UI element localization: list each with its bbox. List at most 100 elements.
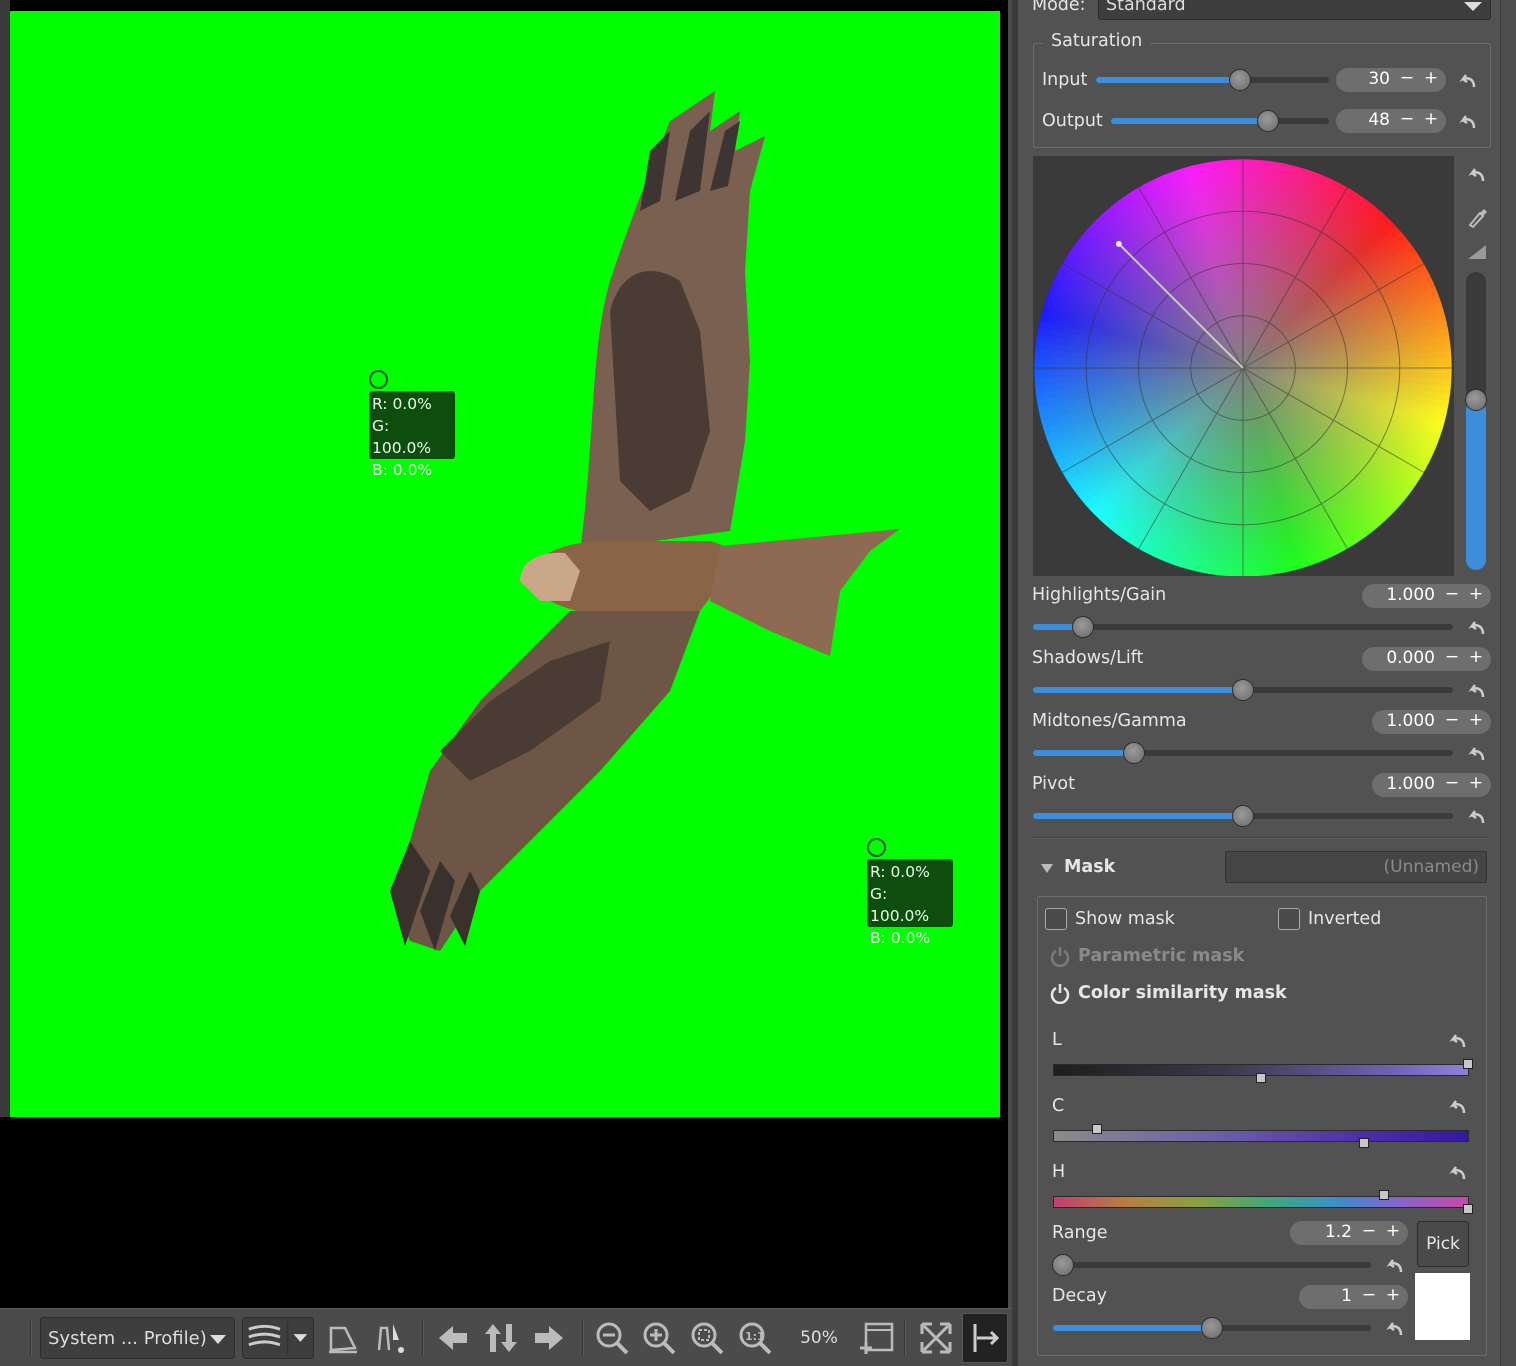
increment-button[interactable]: + bbox=[1422, 68, 1440, 88]
show-mask-checkbox[interactable] bbox=[1045, 908, 1067, 930]
sync-icon[interactable] bbox=[480, 1309, 522, 1366]
spin-value[interactable]: 48 bbox=[1368, 110, 1390, 130]
pivot-spin[interactable]: 1.000− + bbox=[1372, 773, 1491, 797]
monitor-profile-combo[interactable]: System ... Profile) bbox=[40, 1317, 235, 1359]
soft-proof-icon[interactable] bbox=[322, 1309, 364, 1366]
next-image-icon[interactable] bbox=[528, 1309, 570, 1366]
shadows-lift-spin[interactable]: 0.000− + bbox=[1362, 647, 1491, 671]
saturation-input-spin[interactable]: 30 − + bbox=[1336, 68, 1446, 92]
increment-button[interactable]: + bbox=[1467, 584, 1485, 604]
highlights-gain-spin[interactable]: 1.000− + bbox=[1362, 584, 1491, 608]
reset-icon[interactable] bbox=[1385, 1258, 1405, 1274]
mode-combo[interactable]: Standard bbox=[1098, 0, 1491, 20]
reset-icon[interactable] bbox=[1467, 809, 1487, 825]
pivot-slider[interactable] bbox=[1033, 805, 1453, 827]
increment-button[interactable]: + bbox=[1384, 1221, 1402, 1241]
spin-value[interactable]: 0.000 bbox=[1386, 648, 1435, 668]
zoom-fit-icon[interactable] bbox=[685, 1309, 729, 1366]
reset-icon[interactable] bbox=[1467, 167, 1487, 183]
decay-spin[interactable]: 1 − + bbox=[1299, 1285, 1408, 1309]
inverted-label[interactable]: Inverted bbox=[1308, 909, 1381, 929]
image-viewer[interactable]: R: 0.0% G: 100.0% B: 0.0% R: 0.0% G: 100… bbox=[0, 0, 1008, 1308]
gamut-check-icon[interactable] bbox=[370, 1309, 412, 1366]
power-icon[interactable] bbox=[1049, 982, 1071, 1004]
rendering-intent-button[interactable] bbox=[242, 1317, 314, 1359]
sampler-ring[interactable] bbox=[867, 838, 886, 857]
slider-knob[interactable] bbox=[1232, 679, 1254, 701]
decrement-button[interactable]: − bbox=[1398, 68, 1416, 88]
reset-icon[interactable] bbox=[1448, 1099, 1468, 1115]
zoom-100-icon[interactable]: 1:1 bbox=[733, 1309, 777, 1366]
slider-knob[interactable] bbox=[1256, 110, 1279, 132]
slider-knob[interactable] bbox=[1465, 389, 1487, 412]
mask-name-input[interactable]: (Unnamed) bbox=[1225, 851, 1487, 883]
power-icon[interactable] bbox=[1049, 945, 1071, 967]
saturation-output-spin[interactable]: 48 − + bbox=[1336, 109, 1446, 133]
zoom-in-icon[interactable] bbox=[637, 1309, 681, 1366]
spin-value[interactable]: 1.000 bbox=[1386, 585, 1435, 605]
h-handle[interactable] bbox=[1463, 1204, 1473, 1214]
mask-title[interactable]: Mask bbox=[1064, 857, 1115, 877]
slider-knob[interactable] bbox=[1122, 742, 1145, 764]
fullscreen-icon[interactable] bbox=[914, 1309, 958, 1366]
spin-value[interactable]: 1.000 bbox=[1386, 774, 1435, 794]
reset-icon[interactable] bbox=[1448, 1033, 1468, 1049]
reset-icon[interactable] bbox=[1467, 620, 1487, 636]
decrement-button[interactable]: − bbox=[1443, 710, 1461, 730]
l-handle[interactable] bbox=[1256, 1073, 1266, 1083]
reset-icon[interactable] bbox=[1458, 73, 1478, 89]
decrement-button[interactable]: − bbox=[1443, 584, 1461, 604]
decrement-button[interactable]: − bbox=[1398, 109, 1416, 129]
l-handle[interactable] bbox=[1463, 1059, 1473, 1069]
triangle-down-icon[interactable] bbox=[1040, 862, 1054, 874]
saturation-output-slider[interactable] bbox=[1111, 110, 1329, 132]
c-range-bar[interactable] bbox=[1053, 1130, 1469, 1142]
h-handle[interactable] bbox=[1379, 1190, 1389, 1200]
color-picker-icon[interactable] bbox=[1466, 205, 1488, 229]
slider-knob[interactable] bbox=[1051, 1254, 1074, 1276]
midtones-gamma-spin[interactable]: 1.000− + bbox=[1372, 710, 1491, 734]
spin-value[interactable]: 1.2 bbox=[1325, 1222, 1352, 1242]
increment-button[interactable]: + bbox=[1467, 647, 1485, 667]
inverted-checkbox[interactable] bbox=[1278, 908, 1300, 930]
slider-knob[interactable] bbox=[1201, 1317, 1223, 1339]
zoom-out-icon[interactable] bbox=[590, 1309, 634, 1366]
spin-value[interactable]: 30 bbox=[1368, 69, 1390, 89]
decrement-button[interactable]: − bbox=[1443, 773, 1461, 793]
color-wheel-area[interactable] bbox=[1033, 156, 1454, 578]
parametric-mask-label[interactable]: Parametric mask bbox=[1078, 946, 1244, 966]
decrement-button[interactable]: − bbox=[1443, 647, 1461, 667]
range-slider[interactable] bbox=[1051, 1254, 1371, 1276]
c-handle[interactable] bbox=[1359, 1138, 1369, 1148]
pick-button[interactable]: Pick bbox=[1417, 1221, 1469, 1267]
increment-button[interactable]: + bbox=[1384, 1285, 1402, 1305]
c-handle[interactable] bbox=[1092, 1124, 1102, 1134]
color-wheel[interactable] bbox=[1033, 156, 1454, 578]
mask-color-swatch[interactable] bbox=[1415, 1273, 1470, 1340]
toggle-panel-icon[interactable] bbox=[962, 1313, 1008, 1363]
midtones-gamma-slider[interactable] bbox=[1033, 742, 1453, 764]
new-detail-window-icon[interactable] bbox=[854, 1309, 898, 1366]
sampler-ring[interactable] bbox=[369, 370, 388, 389]
panel-scrollbar[interactable] bbox=[1500, 0, 1516, 1366]
show-mask-label[interactable]: Show mask bbox=[1075, 909, 1175, 929]
previous-image-icon[interactable] bbox=[432, 1309, 474, 1366]
reset-icon[interactable] bbox=[1467, 683, 1487, 699]
increment-button[interactable]: + bbox=[1467, 710, 1485, 730]
h-range-bar[interactable] bbox=[1053, 1196, 1469, 1208]
increment-button[interactable]: + bbox=[1422, 109, 1440, 129]
range-spin[interactable]: 1.2 − + bbox=[1290, 1221, 1408, 1245]
decrement-button[interactable]: − bbox=[1360, 1221, 1378, 1241]
spin-value[interactable]: 1.000 bbox=[1386, 711, 1435, 731]
decrement-button[interactable]: − bbox=[1360, 1285, 1378, 1305]
wheel-handle[interactable] bbox=[1115, 240, 1122, 247]
saturation-input-slider[interactable] bbox=[1096, 69, 1329, 91]
image-canvas[interactable]: R: 0.0% G: 100.0% B: 0.0% R: 0.0% G: 100… bbox=[10, 11, 1000, 1117]
slider-knob[interactable] bbox=[1232, 805, 1254, 827]
reset-icon[interactable] bbox=[1458, 114, 1478, 130]
spin-value[interactable]: 1 bbox=[1341, 1286, 1352, 1306]
color-similarity-mask-label[interactable]: Color similarity mask bbox=[1078, 983, 1287, 1003]
reset-icon[interactable] bbox=[1385, 1321, 1405, 1337]
increment-button[interactable]: + bbox=[1467, 773, 1485, 793]
highlights-gain-slider[interactable] bbox=[1033, 616, 1453, 638]
